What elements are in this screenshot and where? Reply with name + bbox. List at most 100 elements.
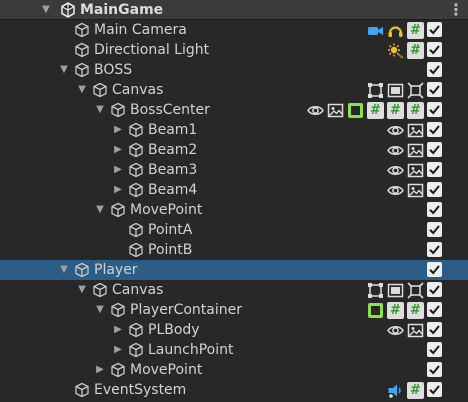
hierarchy-item[interactable]: ▼ BossCenter # # # [0, 100, 468, 120]
unity-scene-icon [60, 2, 76, 18]
script-icon: # [367, 101, 384, 119]
expand-arrow-right-icon[interactable]: ▶ [112, 180, 124, 200]
expand-arrow-down-icon[interactable]: ▼ [76, 280, 88, 300]
hierarchy-item[interactable]: ▶ Beam4 [0, 180, 468, 200]
active-checkbox[interactable] [427, 302, 442, 317]
hierarchy-item[interactable]: ▶ Beam3 [0, 160, 468, 180]
hierarchy-item-label: Directional Light [94, 42, 210, 58]
active-checkbox[interactable] [427, 162, 442, 177]
active-checkbox[interactable] [427, 362, 442, 377]
hierarchy-item[interactable]: ▼ BOSS [0, 60, 468, 80]
hierarchy-item-label: Player [94, 262, 138, 278]
component-icons: # [367, 21, 424, 39]
canvas-icon [387, 282, 404, 299]
eye-icon [387, 122, 404, 139]
hierarchy-item[interactable]: ▶ MovePoint [0, 360, 468, 380]
hierarchy-item[interactable]: EventSystem # [0, 380, 468, 400]
eye-icon [387, 182, 404, 199]
hierarchy-item-label: MovePoint [130, 202, 203, 218]
image-icon [407, 142, 424, 159]
hierarchy-item[interactable]: ▶ LaunchPoint [0, 340, 468, 360]
expand-arrow-down-icon[interactable]: ▼ [58, 260, 70, 280]
hierarchy-item-label: PointB [148, 242, 193, 258]
hierarchy-item-label: MovePoint [130, 362, 203, 378]
scene-name: MainGame [80, 2, 164, 18]
script-icon: # [407, 21, 424, 39]
hierarchy-item-label: Main Camera [94, 22, 187, 38]
eye-icon [387, 162, 404, 179]
active-checkbox[interactable] [427, 342, 442, 357]
active-checkbox[interactable] [427, 322, 442, 337]
expand-arrow-right-icon[interactable]: ▶ [112, 320, 124, 340]
expand-arrow-down-icon[interactable]: ▼ [76, 80, 88, 100]
image-icon [327, 102, 344, 119]
component-icons [387, 141, 424, 159]
hierarchy-item[interactable]: ▼ Player [0, 260, 468, 280]
expand-arrow-down-icon[interactable]: ▼ [58, 60, 70, 80]
hierarchy-item[interactable]: ▼ Canvas [0, 280, 468, 300]
component-icons [387, 181, 424, 199]
active-checkbox[interactable] [427, 262, 442, 277]
component-icons: # # # [307, 101, 424, 119]
active-checkbox[interactable] [427, 42, 442, 57]
expand-arrow-right-icon[interactable]: ▶ [112, 140, 124, 160]
scene-header[interactable]: ▼ MainGame ⋮ [0, 0, 468, 20]
hierarchy-item-label: Canvas [112, 282, 164, 298]
hierarchy-item[interactable]: ▶ Beam2 [0, 140, 468, 160]
green-frame-icon [348, 102, 363, 118]
eye-icon [307, 102, 324, 119]
active-checkbox[interactable] [427, 142, 442, 157]
hierarchy-item-label: PLBody [148, 322, 200, 338]
hierarchy-item[interactable]: ▼ PlayerContainer # # [0, 300, 468, 320]
hierarchy-item[interactable]: ▶ PLBody [0, 320, 468, 340]
active-checkbox[interactable] [427, 222, 442, 237]
script-icon: # [407, 381, 424, 399]
gameobject-cube-icon [128, 162, 144, 178]
gameobject-cube-icon [92, 282, 108, 298]
active-checkbox[interactable] [427, 202, 442, 217]
scene-expand-arrow[interactable]: ▼ [40, 0, 52, 20]
script-icon: # [407, 301, 424, 319]
gameobject-cube-icon [110, 362, 126, 378]
expand-arrow-right-icon[interactable]: ▶ [112, 120, 124, 140]
active-checkbox[interactable] [427, 122, 442, 137]
canvas-scaler-icon [407, 281, 424, 299]
active-checkbox[interactable] [427, 282, 442, 297]
scene-menu-icon[interactable]: ⋮ [448, 0, 464, 20]
expand-arrow-right-icon[interactable]: ▶ [112, 160, 124, 180]
active-checkbox[interactable] [427, 242, 442, 257]
active-checkbox[interactable] [427, 182, 442, 197]
script-icon: # [387, 101, 404, 119]
hierarchy-item[interactable]: ▶ Beam1 [0, 120, 468, 140]
active-checkbox[interactable] [427, 82, 442, 97]
hierarchy-item-label: BossCenter [130, 102, 210, 118]
hierarchy-item[interactable]: PointA [0, 220, 468, 240]
gameobject-cube-icon [74, 42, 90, 58]
expand-arrow-down-icon[interactable]: ▼ [94, 100, 106, 120]
gameobject-cube-icon [74, 382, 90, 398]
component-icons: # [387, 41, 424, 59]
active-checkbox[interactable] [427, 382, 442, 397]
eye-icon [387, 322, 404, 339]
active-checkbox[interactable] [427, 62, 442, 77]
hierarchy-item-label: Beam3 [148, 162, 198, 178]
hierarchy-item[interactable]: ▼ MovePoint [0, 200, 468, 220]
gameobject-cube-icon [92, 82, 108, 98]
hierarchy-item[interactable]: PointB [0, 240, 468, 260]
rect-transform-icon [367, 82, 384, 99]
image-icon [407, 322, 424, 339]
expand-arrow-down-icon[interactable]: ▼ [94, 300, 106, 320]
active-checkbox[interactable] [427, 22, 442, 37]
expand-arrow-down-icon[interactable]: ▼ [94, 200, 106, 220]
hierarchy-item[interactable]: Directional Light # [0, 40, 468, 60]
active-checkbox[interactable] [427, 102, 442, 117]
hierarchy-item-label: Beam4 [148, 182, 198, 198]
hierarchy-item[interactable]: ▼ Canvas [0, 80, 468, 100]
gameobject-cube-icon [128, 182, 144, 198]
expand-arrow-right-icon[interactable]: ▶ [94, 360, 106, 380]
hierarchy-panel: ▼ MainGame ⋮ Main Camera # Directional Lig… [0, 0, 468, 400]
hierarchy-item-label: LaunchPoint [148, 342, 234, 358]
expand-arrow-right-icon[interactable]: ▶ [112, 340, 124, 360]
hierarchy-item[interactable]: Main Camera # [0, 20, 468, 40]
gameobject-cube-icon [74, 62, 90, 78]
